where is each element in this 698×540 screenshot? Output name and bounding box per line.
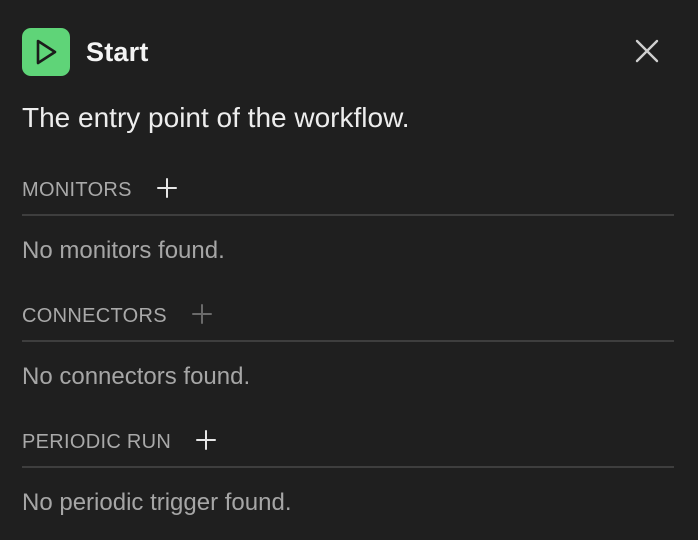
play-icon	[33, 38, 59, 66]
add-connector-button[interactable]	[191, 303, 213, 329]
periodic-run-section: PERIODIC RUN No periodic trigger found.	[22, 418, 674, 518]
periodic-run-label: PERIODIC RUN	[22, 430, 172, 453]
monitors-label: MONITORS	[22, 178, 132, 201]
add-monitor-button[interactable]	[156, 177, 178, 203]
close-button[interactable]	[634, 39, 660, 68]
monitors-empty-text: No monitors found.	[22, 237, 225, 264]
start-node-badge	[22, 28, 70, 76]
plus-icon	[156, 177, 177, 203]
plus-icon	[196, 429, 217, 455]
connectors-label: CONNECTORS	[22, 304, 167, 327]
connectors-section: CONNECTORS No connectors found.	[22, 292, 674, 392]
connectors-section-header: CONNECTORS	[22, 292, 674, 342]
close-icon	[635, 39, 659, 68]
monitors-section-header: MONITORS	[22, 166, 674, 216]
monitors-section: MONITORS No monitors found.	[22, 166, 674, 266]
periodic-run-empty-text: No periodic trigger found.	[22, 489, 292, 516]
node-title: Start	[86, 36, 149, 67]
panel-header: Start	[22, 28, 674, 76]
node-details-panel: Start The entry point of the workflow. M…	[0, 0, 698, 540]
node-description: The entry point of the workflow.	[22, 102, 410, 133]
connectors-empty-text: No connectors found.	[22, 363, 251, 390]
plus-icon	[191, 303, 212, 329]
periodic-run-section-header: PERIODIC RUN	[22, 418, 674, 468]
add-periodic-run-button[interactable]	[195, 429, 217, 455]
